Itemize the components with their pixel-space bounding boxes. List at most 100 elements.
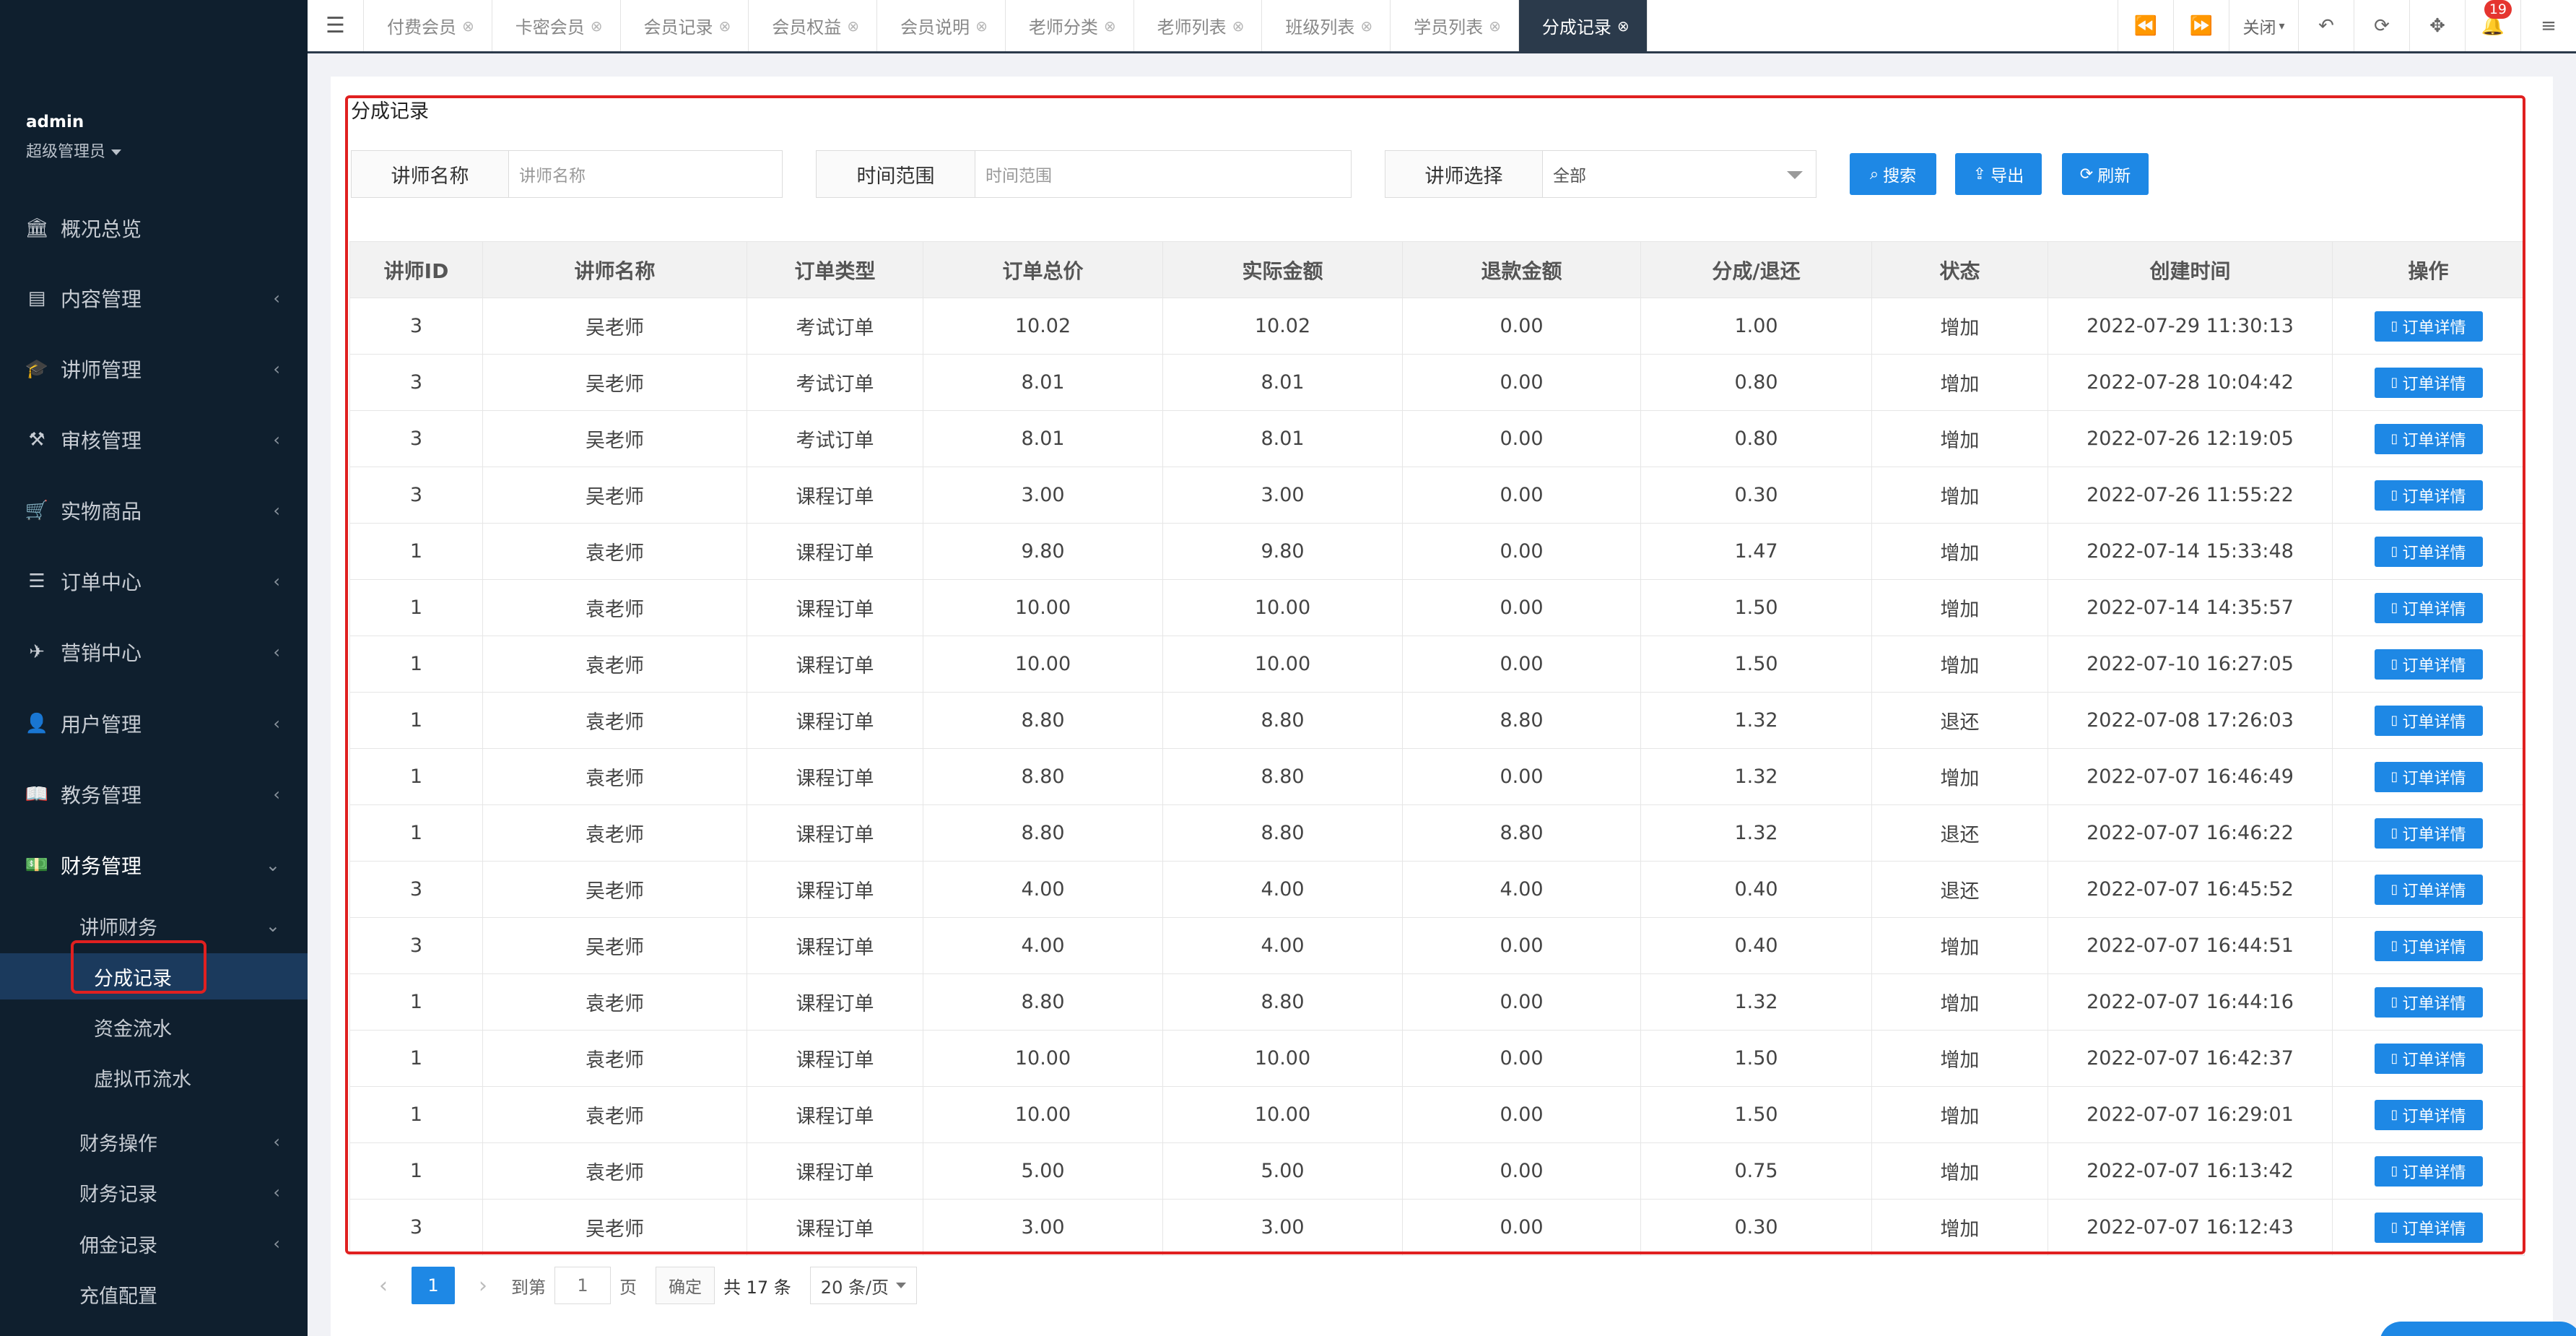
tab-3[interactable]: 会员权益 ⊗ — [749, 0, 878, 51]
sidebar-item-5[interactable]: ☰ 订单中心 ‹ — [0, 560, 308, 603]
page-size-select[interactable]: 20 条/页 — [809, 1267, 918, 1304]
close-icon[interactable]: ⊗ — [1104, 17, 1116, 35]
order-detail-button[interactable]: ▯ 订单详情 — [2374, 649, 2483, 680]
close-icon[interactable]: ⊗ — [1489, 17, 1501, 35]
order-detail-button[interactable]: ▯ 订单详情 — [2374, 480, 2483, 511]
table-cell: 1.00 — [1640, 298, 1872, 355]
table-cell: 吴老师 — [482, 410, 747, 467]
close-icon[interactable]: ⊗ — [975, 17, 988, 35]
sidebar-item-7[interactable]: 👤 用户管理 ‹ — [0, 702, 308, 745]
sidebar-item-8[interactable]: 📖 教务管理 ‹ — [0, 773, 308, 816]
menu-toggle-icon[interactable]: ☰ — [308, 0, 364, 51]
tab-4[interactable]: 会员说明 ⊗ — [877, 0, 1006, 51]
more-menu-icon[interactable]: ≡ — [2520, 0, 2576, 51]
cart-icon: 🛒 — [25, 500, 49, 521]
order-detail-button[interactable]: ▯ 订单详情 — [2374, 423, 2483, 454]
goto-page-input[interactable]: 1 — [554, 1267, 611, 1304]
table-cell: 2022-07-14 15:33:48 — [2048, 523, 2333, 580]
table-cell: 增加 — [1871, 1030, 2048, 1087]
teacher-name-input[interactable]: 讲师名称 — [509, 151, 782, 197]
table-cell: 0.00 — [1402, 1086, 1641, 1143]
sidebar-item-1[interactable]: ▤ 内容管理 ‹ — [0, 277, 308, 320]
sidebar-item-2[interactable]: 🎓 讲师管理 ‹ — [0, 347, 308, 391]
submenu-finance-1[interactable]: 财务记录 ‹ — [0, 1169, 308, 1215]
time-range-input[interactable]: 时间范围 — [975, 151, 1351, 197]
close-icon[interactable]: ⊗ — [719, 17, 731, 35]
table-cell: 4.00 — [1162, 861, 1403, 918]
floating-button[interactable] — [2380, 1322, 2576, 1336]
tab-9[interactable]: 分成记录 ⊗ — [1518, 0, 1648, 51]
scroll-left-icon[interactable]: ⏪ — [2118, 0, 2173, 51]
fullscreen-icon[interactable]: ✥ — [2409, 0, 2465, 51]
order-detail-button[interactable]: ▯ 订单详情 — [2374, 986, 2483, 1018]
order-detail-button[interactable]: ▯ 订单详情 — [2374, 311, 2483, 342]
sidebar-item-3[interactable]: ⚒ 审核管理 ‹ — [0, 418, 308, 461]
table-cell: 2022-07-07 16:46:49 — [2048, 748, 2333, 805]
tab-0[interactable]: 付费会员 ⊗ — [364, 0, 492, 51]
sidebar-item-0[interactable]: 🏛 概况总览 — [0, 207, 308, 250]
table-cell: 增加 — [1871, 1086, 2048, 1143]
tab-8[interactable]: 学员列表 ⊗ — [1391, 0, 1519, 51]
tab-7[interactable]: 班级列表 ⊗ — [1262, 0, 1391, 51]
page-1-button[interactable]: 1 — [412, 1267, 455, 1304]
submenu-finance-2[interactable]: 佣金记录 ‹ — [0, 1220, 308, 1267]
order-detail-button[interactable]: ▯ 订单详情 — [2374, 536, 2483, 567]
tab-2[interactable]: 会员记录 ⊗ — [621, 0, 749, 51]
tab-6[interactable]: 老师列表 ⊗ — [1134, 0, 1263, 51]
table-row: 1 袁老师 课程订单 8.80 8.80 0.00 1.32 增加 2022-07-07 16:… — [349, 748, 2525, 805]
refresh-button[interactable]: ⟳ 刷新 — [2062, 153, 2149, 195]
submenu-finance-3[interactable]: 充值配置 — [0, 1271, 308, 1317]
export-button[interactable]: ⇪ 导出 — [1955, 153, 2042, 195]
order-detail-button[interactable]: ▯ 订单详情 — [2374, 817, 2483, 849]
chevron-left-icon: ‹ — [273, 642, 280, 662]
close-icon[interactable]: ⊗ — [462, 17, 474, 35]
user-role-dropdown[interactable]: 超级管理员 — [26, 139, 121, 162]
topbar: ☰ 付费会员 ⊗ 卡密会员 ⊗ 会员记录 ⊗ 会员权益 ⊗ 会员说明 ⊗ 老师分类 ⊗ 老师列表 ⊗ 班级列… — [308, 0, 2576, 53]
close-icon[interactable]: ⊗ — [1360, 17, 1372, 35]
close-icon[interactable]: ⊗ — [1617, 17, 1629, 35]
table-cell: 8.01 — [1162, 354, 1403, 411]
order-detail-button[interactable]: ▯ 订单详情 — [2374, 367, 2483, 398]
tab-5[interactable]: 老师分类 ⊗ — [1006, 0, 1134, 51]
prev-page-icon[interactable]: ‹ — [364, 1273, 403, 1298]
close-icon[interactable]: ⊗ — [847, 17, 859, 35]
order-detail-button[interactable]: ▯ 订单详情 — [2374, 1212, 2483, 1243]
export-icon: ⇪ — [1972, 165, 1987, 183]
submenu-finance-0[interactable]: 财务操作 ‹ — [0, 1119, 308, 1165]
order-detail-button[interactable]: ▯ 订单详情 — [2374, 592, 2483, 623]
bell-icon[interactable]: 🔔 19 — [2465, 0, 2520, 51]
order-detail-button[interactable]: ▯ 订单详情 — [2374, 1155, 2483, 1187]
table-row: 1 袁老师 课程订单 5.00 5.00 0.00 0.75 增加 2022-07-07 16:… — [349, 1142, 2525, 1200]
tab-1[interactable]: 卡密会员 ⊗ — [492, 0, 621, 51]
sidebar-item-6[interactable]: ✈ 营销中心 ‹ — [0, 630, 308, 674]
sidebar-item-4[interactable]: 🛒 实物商品 ‹ — [0, 489, 308, 532]
order-detail-button[interactable]: ▯ 订单详情 — [2374, 874, 2483, 905]
teacher-select-dropdown[interactable]: 全部 — [1543, 151, 1816, 197]
order-detail-button[interactable]: ▯ 订单详情 — [2374, 705, 2483, 736]
scroll-right-icon[interactable]: ⏩ — [2173, 0, 2229, 51]
back-icon[interactable]: ↶ — [2298, 0, 2354, 51]
order-detail-button[interactable]: ▯ 订单详情 — [2374, 761, 2483, 792]
chevron-down-icon: ⌄ — [265, 916, 280, 936]
close-icon[interactable]: ⊗ — [591, 17, 603, 35]
close-tabs-dropdown[interactable]: 关闭 ▾ — [2229, 0, 2298, 51]
goto-confirm-button[interactable]: 确定 — [656, 1267, 715, 1304]
submenu-child-2[interactable]: 虚拟币流水 — [0, 1054, 308, 1101]
refresh-icon[interactable]: ⟳ — [2354, 0, 2409, 51]
next-page-icon[interactable]: › — [464, 1273, 502, 1298]
file-icon: ▯ — [2390, 769, 2398, 784]
close-icon[interactable]: ⊗ — [1232, 17, 1245, 35]
sidebar-item-label: 内容管理 — [61, 287, 142, 311]
order-detail-button[interactable]: ▯ 订单详情 — [2374, 930, 2483, 961]
table-cell: 1.32 — [1640, 804, 1872, 862]
search-button[interactable]: ⌕ 搜索 — [1850, 153, 1936, 195]
submenu-child-1[interactable]: 资金流水 — [0, 1004, 308, 1050]
file-icon: ▯ — [2390, 938, 2398, 953]
order-detail-button[interactable]: ▯ 订单详情 — [2374, 1043, 2483, 1074]
sidebar-item-label: 财务管理 — [61, 854, 142, 878]
table-cell: 1 — [349, 1086, 483, 1143]
order-detail-button[interactable]: ▯ 订单详情 — [2374, 1099, 2483, 1130]
table-row: 1 袁老师 课程订单 9.80 9.80 0.00 1.47 增加 2022-07-14 15:… — [349, 523, 2525, 580]
sidebar-item-9[interactable]: 💵 财务管理 ⌄ — [0, 843, 308, 887]
table-row: 1 袁老师 课程订单 10.00 10.00 0.00 1.50 增加 2022-07-14 1… — [349, 579, 2525, 636]
